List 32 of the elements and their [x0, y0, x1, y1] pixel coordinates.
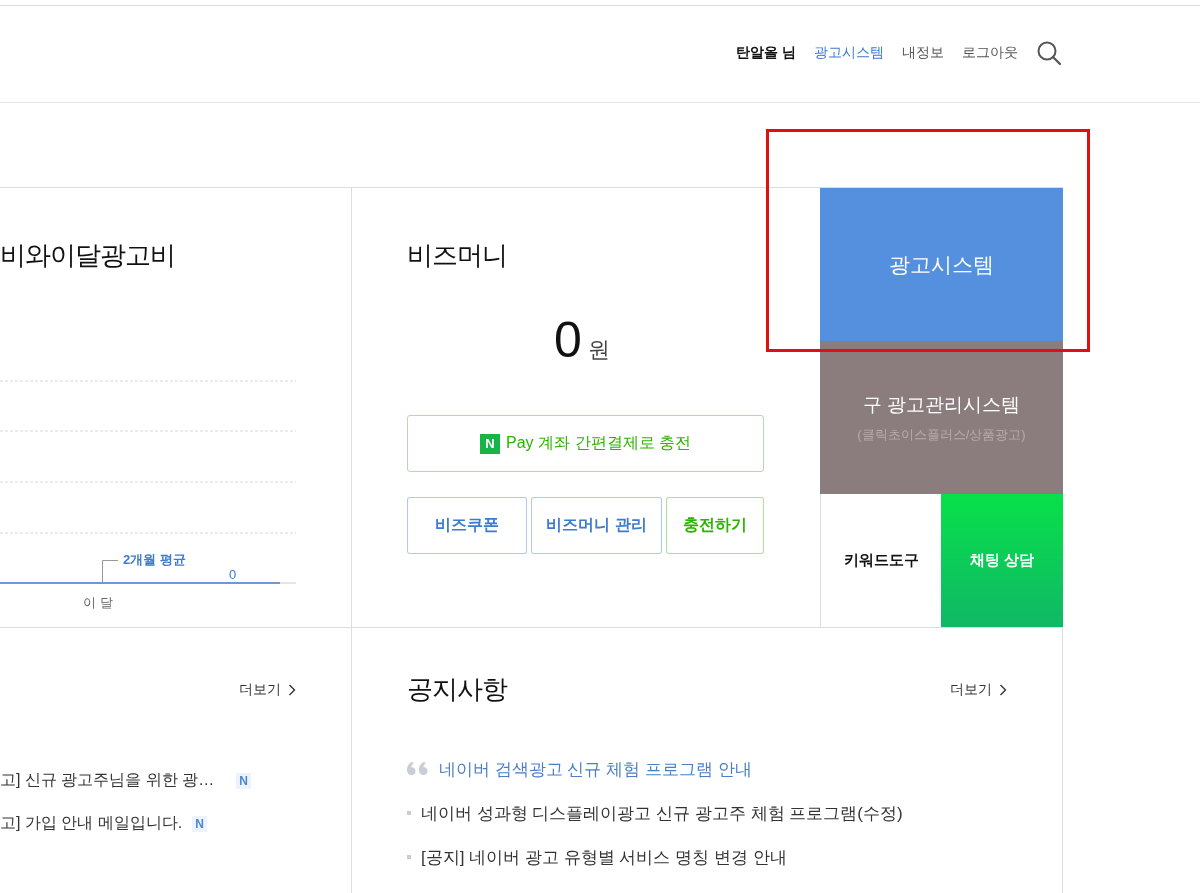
bizmoney-button[interactable]: 비즈쿠폰 [407, 497, 527, 554]
new-badge: N [236, 772, 251, 789]
nav-link[interactable]: 탄알올 님 [736, 44, 796, 62]
bullet-icon [407, 811, 411, 815]
notice-link[interactable]: 네이버 성과형 디스플레이광고 신규 광고주 체험 프로그램(수정) [421, 801, 903, 825]
chevron-right-icon [288, 684, 296, 696]
nav-link[interactable]: 내정보 [902, 44, 944, 62]
bullet-icon [407, 855, 411, 859]
notice-link[interactable]: 네이버 검색광고 신규 체험 프로그램 안내 [439, 757, 752, 781]
balance-amount: 0 [554, 311, 582, 369]
panel-title: 비즈머니 [407, 239, 508, 272]
npay-logo-icon: N [480, 433, 501, 454]
bracket-line [102, 560, 119, 583]
nav-link[interactable]: 로그아웃 [962, 44, 1018, 62]
mail-link[interactable]: 고] 가입 안내 메일입니다. [0, 813, 183, 834]
more-link[interactable]: 더보기 [950, 680, 992, 699]
nav-link[interactable]: 광고시스템 [814, 44, 884, 62]
button-label: Pay 계좌 간편결제로 충전 [506, 433, 691, 453]
legend-label: 2개월 평균 [123, 552, 186, 567]
mail-link[interactable]: 고] 신규 광고주님을 위한 광… [0, 770, 215, 791]
axis-label: 이 달 [83, 595, 113, 610]
tile-title: 구 광고관리시스템 [862, 392, 1021, 417]
new-badge: N [192, 815, 207, 832]
bizmoney-button[interactable]: 비즈머니 관리 [531, 497, 662, 554]
chevron-right-icon [999, 683, 1007, 696]
panel-title: 공지사항 [407, 673, 507, 706]
chart-value: 0 [229, 567, 237, 582]
more-link[interactable]: 더보기 [239, 681, 281, 699]
currency-unit: 원 [587, 336, 610, 364]
notice-link[interactable]: [공지] 네이버 광고 유형별 서비스 명칭 변경 안내 [421, 845, 787, 869]
search-icon[interactable] [1036, 40, 1062, 66]
panel-title: 비와이달광고비 [0, 239, 176, 272]
